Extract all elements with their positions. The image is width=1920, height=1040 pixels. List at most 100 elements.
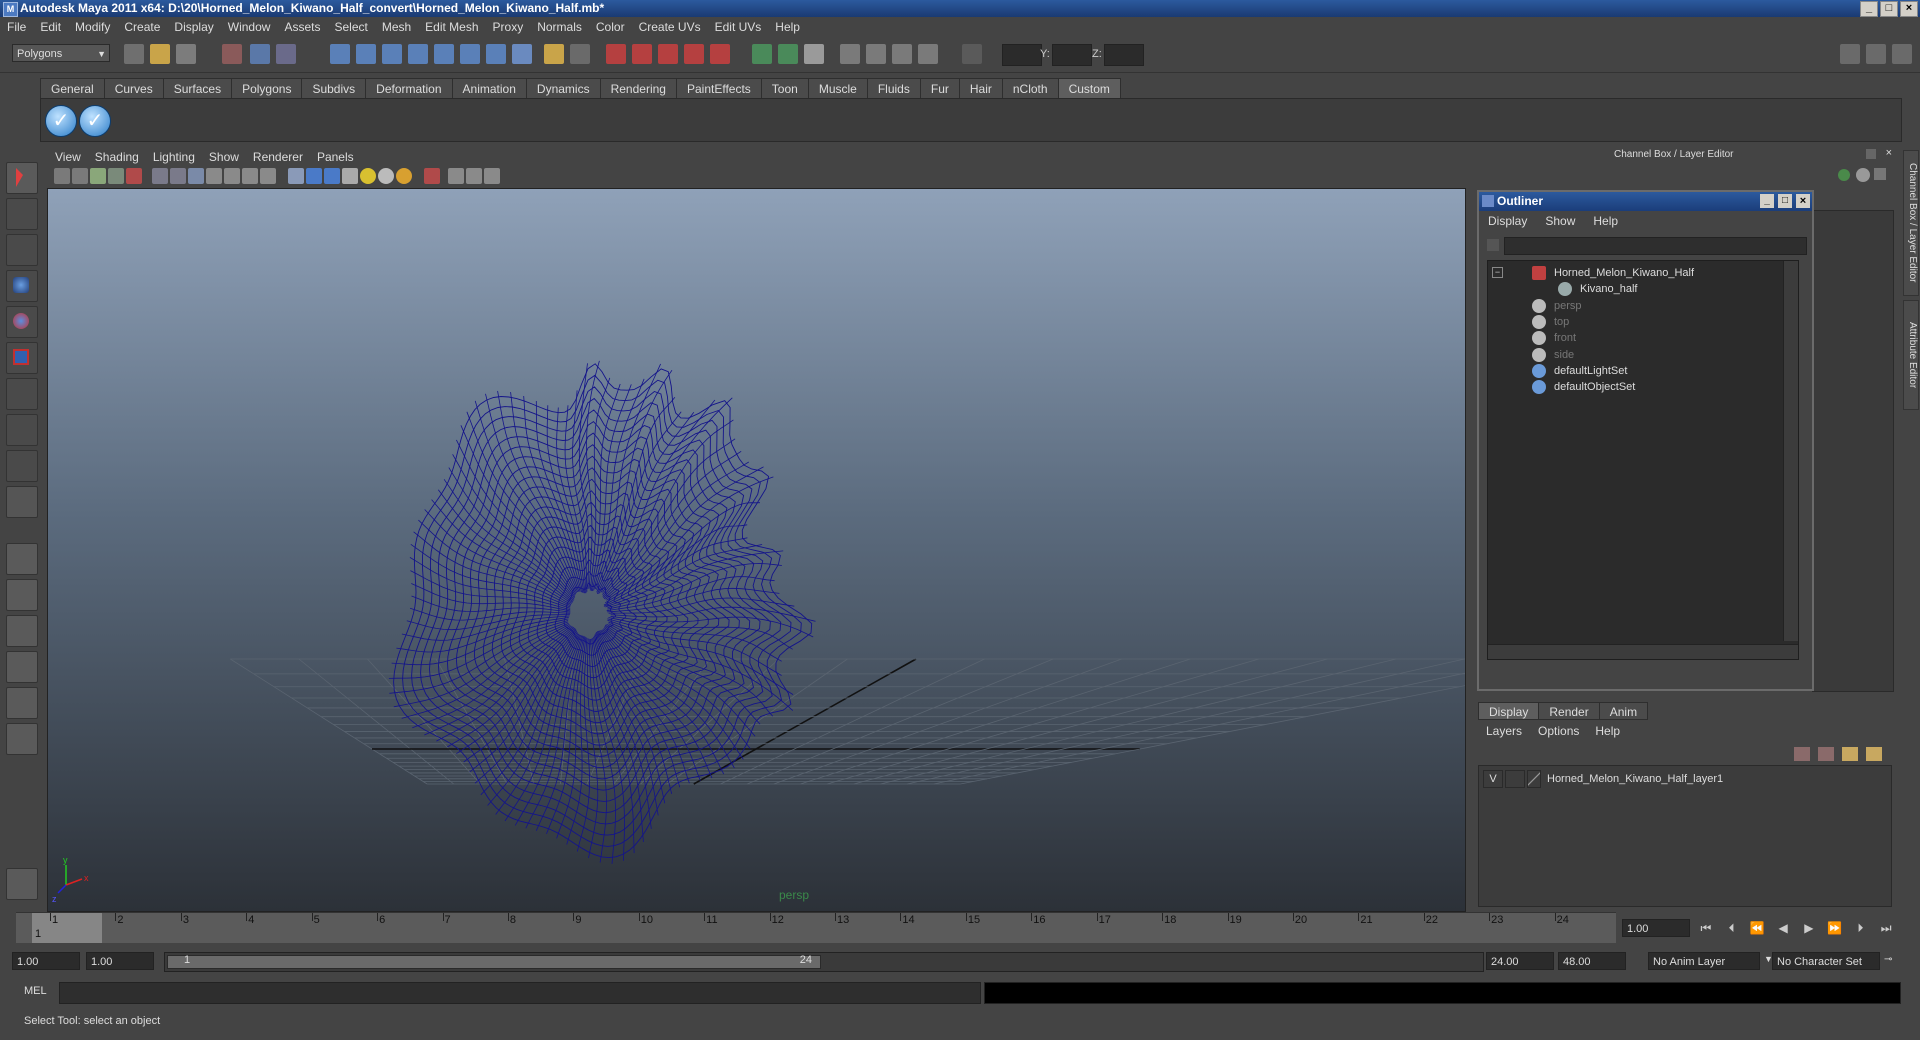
animation-end-field[interactable]: 48.00 xyxy=(1558,952,1626,970)
rotate-tool-icon[interactable] xyxy=(6,306,38,338)
shelf-tab-fluids[interactable]: Fluids xyxy=(866,78,921,100)
x-field[interactable] xyxy=(1002,44,1042,66)
menu-create[interactable]: Create xyxy=(117,20,167,34)
grid-toggle-icon[interactable] xyxy=(152,168,168,184)
layer-color-swatch[interactable] xyxy=(1527,770,1541,788)
wireframe-mode-icon[interactable] xyxy=(288,168,304,184)
move-layer-up-icon[interactable] xyxy=(1794,747,1810,761)
shelf-tab-general[interactable]: General xyxy=(40,78,105,100)
panel-menu-show[interactable]: Show xyxy=(202,148,246,166)
menu-edit[interactable]: Edit xyxy=(33,20,68,34)
layer-menu-help[interactable]: Help xyxy=(1587,722,1628,740)
outliner-item[interactable]: Horned_Melon_Kiwano_Half xyxy=(1532,265,1694,281)
channel-box-key-icon[interactable] xyxy=(1838,169,1850,181)
shelf-tab-deformation[interactable]: Deformation xyxy=(365,78,453,100)
panel-menu-lighting[interactable]: Lighting xyxy=(146,148,202,166)
bookmark-icon[interactable] xyxy=(90,168,106,184)
playback-end-field[interactable]: 24.00 xyxy=(1486,952,1554,970)
layer-menu-options[interactable]: Options xyxy=(1530,722,1587,740)
shelf-tab-animation[interactable]: Animation xyxy=(451,78,527,100)
hand-icon[interactable] xyxy=(6,868,38,900)
safe-title-icon[interactable] xyxy=(260,168,276,184)
close-button[interactable]: × xyxy=(1900,1,1918,17)
outliner-maximize-button[interactable]: □ xyxy=(1778,194,1792,208)
menu-help[interactable]: Help xyxy=(768,20,807,34)
shelf-tab-dynamics[interactable]: Dynamics xyxy=(525,78,601,100)
outliner-item[interactable]: defaultObjectSet xyxy=(1532,379,1635,395)
xray-joints-icon[interactable] xyxy=(466,168,482,184)
open-scene-icon[interactable] xyxy=(150,44,170,64)
shelf-tab-surfaces[interactable]: Surfaces xyxy=(162,78,233,100)
playback-start-field[interactable]: 1.00 xyxy=(86,952,154,970)
menu-edit-mesh[interactable]: Edit Mesh xyxy=(418,20,485,34)
mask-icon-7[interactable] xyxy=(486,44,506,64)
select-tool-icon[interactable] xyxy=(6,162,38,194)
layout-hypershade-icon[interactable] xyxy=(6,687,38,719)
lasso-tool-icon[interactable] xyxy=(6,198,38,230)
float-panel-icon[interactable] xyxy=(1866,149,1876,159)
step-forward-key-icon[interactable]: ⏩ xyxy=(1825,918,1845,938)
select-component-icon[interactable] xyxy=(276,44,296,64)
current-time-marker[interactable] xyxy=(32,913,102,943)
ipr-render-icon[interactable] xyxy=(892,44,912,64)
smooth-shade-icon[interactable] xyxy=(306,168,322,184)
maximize-button[interactable]: □ xyxy=(1880,1,1898,17)
absolute-transform-icon[interactable] xyxy=(962,44,982,64)
layout-uv-icon[interactable] xyxy=(6,723,38,755)
side-tab-attribute-editor[interactable]: Attribute Editor xyxy=(1903,300,1919,410)
highlight-selection-icon[interactable] xyxy=(570,44,590,64)
outliner-horizontal-scrollbar[interactable] xyxy=(1488,644,1798,659)
toggle-attribute-editor-icon[interactable] xyxy=(1866,44,1886,64)
help-question-icon[interactable] xyxy=(512,44,532,64)
command-input[interactable] xyxy=(59,982,981,1004)
shelf-tab-ncloth[interactable]: nCloth xyxy=(1001,78,1059,100)
mask-icon-3[interactable] xyxy=(382,44,402,64)
layout-four-icon[interactable] xyxy=(6,579,38,611)
layout-outliner-icon[interactable] xyxy=(6,615,38,647)
panel-menu-renderer[interactable]: Renderer xyxy=(246,148,310,166)
shelf-tab-muscle[interactable]: Muscle xyxy=(807,78,868,100)
collapse-toggle-icon[interactable]: − xyxy=(1492,267,1503,278)
layout-single-icon[interactable] xyxy=(6,543,38,575)
time-slider[interactable]: 1 1 2 3 4 5 6 7 8 9 10 11 12 13 14 15 16 17 18 19 20 21 22 23 2… xyxy=(16,912,1616,943)
new-scene-icon[interactable] xyxy=(124,44,144,64)
shelf-check-button-2[interactable]: ✓ xyxy=(79,105,111,137)
image-plane-icon[interactable] xyxy=(108,168,124,184)
outliner-item[interactable]: persp xyxy=(1532,298,1582,314)
outliner-menu-show[interactable]: Show xyxy=(1536,214,1584,228)
shelf-tab-toon[interactable]: Toon xyxy=(760,78,809,100)
menu-create-uvs[interactable]: Create UVs xyxy=(632,20,708,34)
snap-grid-icon[interactable] xyxy=(606,44,626,64)
anim-layer-dropdown[interactable]: No Anim Layer xyxy=(1648,952,1760,970)
shelf-tab-curves[interactable]: Curves xyxy=(103,78,164,100)
mask-icon-4[interactable] xyxy=(408,44,428,64)
current-frame-field[interactable]: 1.00 xyxy=(1622,919,1690,937)
outliner-vertical-scrollbar[interactable] xyxy=(1783,261,1798,641)
shelf-tab-subdivs[interactable]: Subdivs xyxy=(301,78,367,100)
shelf-tab-hair[interactable]: Hair xyxy=(958,78,1003,100)
menu-set-dropdown[interactable]: Polygons ▼ xyxy=(12,44,110,62)
camera-attributes-icon[interactable] xyxy=(72,168,88,184)
close-panel-icon[interactable]: × xyxy=(1886,147,1892,159)
shelf-tab-custom[interactable]: Custom xyxy=(1057,78,1121,100)
outliner-item[interactable]: front xyxy=(1532,330,1576,346)
panel-menu-view[interactable]: View xyxy=(48,148,88,166)
render-settings-icon[interactable] xyxy=(918,44,938,64)
toggle-tool-settings-icon[interactable] xyxy=(1892,44,1912,64)
gate-mask-icon[interactable] xyxy=(206,168,222,184)
layer-row[interactable]: V Horned_Melon_Kiwano_Half_layer1 xyxy=(1483,770,1723,788)
menu-proxy[interactable]: Proxy xyxy=(486,20,531,34)
hardware-render-icon[interactable] xyxy=(396,168,412,184)
range-slider[interactable]: 1 24 xyxy=(164,952,1484,972)
outliner-minimize-button[interactable]: _ xyxy=(1760,194,1774,208)
panel-menu-panels[interactable]: Panels xyxy=(310,148,361,166)
scale-tool-icon[interactable] xyxy=(6,342,38,374)
layer-menu-layers[interactable]: Layers xyxy=(1478,722,1530,740)
last-tool-icon[interactable] xyxy=(6,486,38,518)
toggle-channel-box-icon[interactable] xyxy=(1840,44,1860,64)
y-field[interactable] xyxy=(1052,44,1092,66)
outliner-menu-display[interactable]: Display xyxy=(1479,214,1536,228)
layer-visibility-toggle[interactable]: V xyxy=(1483,770,1503,788)
go-to-start-icon[interactable]: ⏮ xyxy=(1696,918,1716,938)
select-object-icon[interactable] xyxy=(250,44,270,64)
